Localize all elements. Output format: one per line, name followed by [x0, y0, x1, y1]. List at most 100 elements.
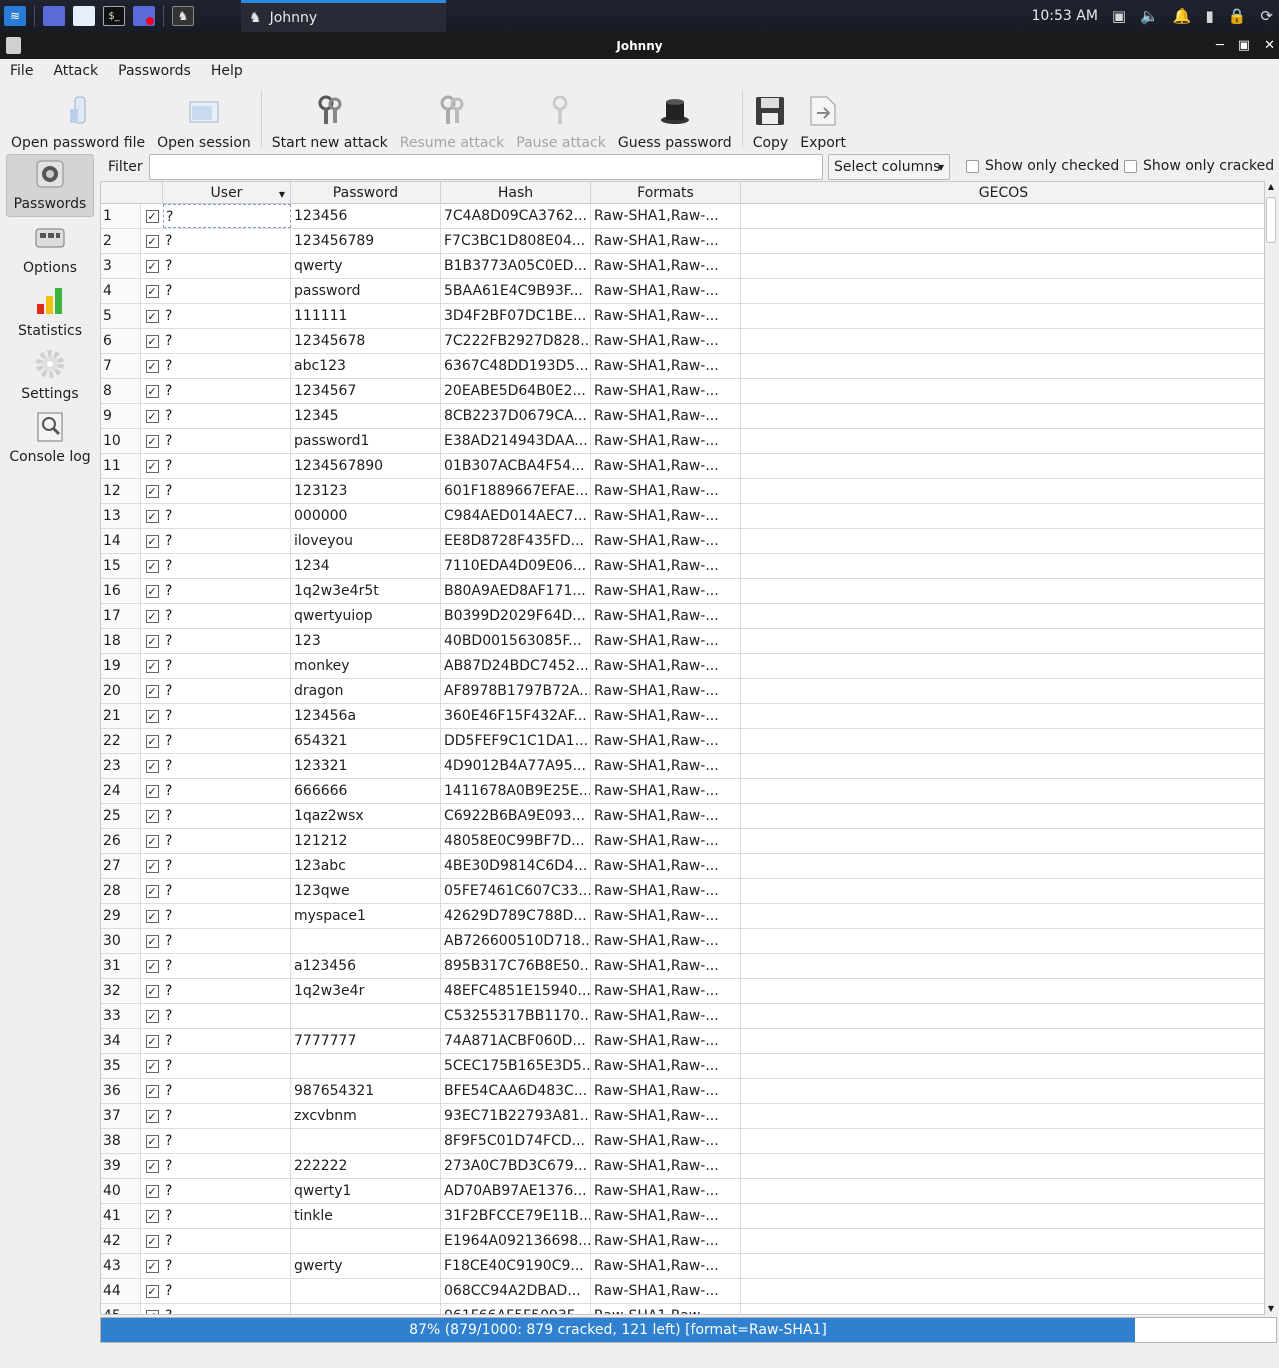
user-cell[interactable]: ? [163, 1179, 291, 1203]
sidebar-item-passwords[interactable]: Passwords [6, 154, 94, 217]
user-cell[interactable]: ? [163, 804, 291, 828]
minimize-icon[interactable]: ─ [1216, 38, 1224, 53]
gecos-cell[interactable] [741, 354, 1264, 378]
row-checkbox[interactable]: ✓ [141, 529, 163, 553]
formats-cell[interactable]: Raw-SHA1,Raw-... [591, 554, 741, 578]
menu-help[interactable]: Help [201, 63, 253, 79]
user-cell[interactable]: ? [163, 1304, 291, 1314]
table-vertical-scrollbar[interactable]: ▲ ▼ [1265, 181, 1277, 1315]
table-row[interactable]: 12 ✓? 123123 601F1889667EFAE... Raw-SHA1,Raw… [101, 479, 1264, 504]
gecos-cell[interactable] [741, 229, 1264, 253]
hash-cell[interactable]: 360E46F15F432AF... [441, 704, 591, 728]
password-cell[interactable]: dragon [291, 679, 441, 703]
table-row[interactable]: 16 ✓? 1q2w3e4r5t B80A9AED8AF171... Raw-SHA1,… [101, 579, 1264, 604]
row-checkbox[interactable]: ✓ [141, 254, 163, 278]
formats-cell[interactable]: Raw-SHA1,Raw-... [591, 829, 741, 853]
battery-icon[interactable]: ▮ [1205, 7, 1213, 25]
formats-cell[interactable]: Raw-SHA1,Raw-... [591, 604, 741, 628]
hash-cell[interactable]: 8CB2237D0679CA... [441, 404, 591, 428]
row-checkbox[interactable]: ✓ [141, 329, 163, 353]
show-only-checked-toggle[interactable]: Show only checked [966, 158, 1119, 174]
scroll-down-icon[interactable]: ▼ [1265, 1303, 1277, 1315]
gecos-cell[interactable] [741, 1029, 1264, 1053]
table-row[interactable]: 26 ✓? 121212 48058E0C99BF7D... Raw-SHA1,Raw-… [101, 829, 1264, 854]
volume-icon[interactable]: 🔈 [1140, 7, 1159, 25]
power-icon[interactable]: ⟳ [1260, 7, 1273, 25]
gecos-cell[interactable] [741, 1079, 1264, 1103]
user-cell[interactable]: ? [163, 979, 291, 1003]
user-cell[interactable]: ? [163, 854, 291, 878]
row-checkbox[interactable]: ✓ [141, 429, 163, 453]
password-cell[interactable]: password [291, 279, 441, 303]
table-row[interactable]: 19 ✓? monkey AB87D24BDC7452... Raw-SHA1,Raw-… [101, 654, 1264, 679]
password-cell[interactable]: 654321 [291, 729, 441, 753]
user-cell[interactable]: ? [163, 429, 291, 453]
formats-cell[interactable]: Raw-SHA1,Raw-... [591, 454, 741, 478]
formats-cell[interactable]: Raw-SHA1,Raw-... [591, 1254, 741, 1278]
password-cell[interactable] [291, 929, 441, 953]
table-row[interactable]: 10 ✓? password1 E38AD214943DAA... Raw-SHA1,R… [101, 429, 1264, 454]
table-row[interactable]: 14 ✓? iloveyou EE8D8728F435FD... Raw-SHA1,Ra… [101, 529, 1264, 554]
password-cell[interactable]: 1234567 [291, 379, 441, 403]
formats-cell[interactable]: Raw-SHA1,Raw-... [591, 1054, 741, 1078]
hash-cell[interactable]: 48058E0C99BF7D... [441, 829, 591, 853]
password-cell[interactable]: 123456789 [291, 229, 441, 253]
row-checkbox[interactable]: ✓ [141, 979, 163, 1003]
show-only-cracked-toggle[interactable]: Show only cracked [1124, 158, 1274, 174]
password-cell[interactable] [291, 1129, 441, 1153]
formats-cell[interactable]: Raw-SHA1,Raw-... [591, 304, 741, 328]
gecos-cell[interactable] [741, 1304, 1264, 1314]
user-cell[interactable]: ? [163, 929, 291, 953]
hash-cell[interactable]: 601F1889667EFAE... [441, 479, 591, 503]
hash-cell[interactable]: 93EC71B22793A81... [441, 1104, 591, 1128]
row-checkbox[interactable]: ✓ [141, 479, 163, 503]
gecos-cell[interactable] [741, 679, 1264, 703]
password-cell[interactable]: 123qwe [291, 879, 441, 903]
gecos-cell[interactable] [741, 654, 1264, 678]
password-cell[interactable] [291, 1229, 441, 1253]
hash-cell[interactable]: 40BD001563085F... [441, 629, 591, 653]
gecos-cell[interactable] [741, 629, 1264, 653]
hash-cell[interactable]: C53255317BB1170... [441, 1004, 591, 1028]
table-row[interactable]: 34 ✓? 7777777 74A871ACBF060D... Raw-SHA1,Raw… [101, 1029, 1264, 1054]
gecos-cell[interactable] [741, 1104, 1264, 1128]
row-checkbox[interactable]: ✓ [141, 1304, 163, 1314]
table-row[interactable]: 2 ✓? 123456789 F7C3BC1D808E04... Raw-SHA1,Ra… [101, 229, 1264, 254]
password-cell[interactable]: 123456a [291, 704, 441, 728]
table-row[interactable]: 35 ✓? 5CEC175B165E3D5... Raw-SHA1,Raw-... [101, 1054, 1264, 1079]
password-cell[interactable]: abc123 [291, 354, 441, 378]
guess-password-button[interactable]: Guess password [612, 85, 738, 151]
row-checkbox[interactable]: ✓ [141, 804, 163, 828]
gecos-cell[interactable] [741, 279, 1264, 303]
table-row[interactable]: 42 ✓? E1964A092136698... Raw-SHA1,Raw-... [101, 1229, 1264, 1254]
row-checkbox[interactable]: ✓ [141, 204, 163, 228]
password-cell[interactable] [291, 1054, 441, 1078]
row-checkbox[interactable]: ✓ [141, 854, 163, 878]
row-checkbox[interactable]: ✓ [141, 1004, 163, 1028]
password-cell[interactable]: password1 [291, 429, 441, 453]
password-cell[interactable]: 987654321 [291, 1079, 441, 1103]
show-desktop-icon[interactable] [43, 6, 65, 26]
copy-button[interactable]: Copy [747, 85, 795, 151]
user-cell[interactable]: ? [163, 279, 291, 303]
notification-bell-icon[interactable]: 🔔 [1173, 7, 1192, 25]
open-password-file-button[interactable]: Open password file [0, 85, 151, 151]
hash-cell[interactable]: B80A9AED8AF171... [441, 579, 591, 603]
hash-cell[interactable]: E38AD214943DAA... [441, 429, 591, 453]
gecos-cell[interactable] [741, 879, 1264, 903]
sidebar-item-settings[interactable]: Settings [6, 343, 94, 406]
formats-cell[interactable]: Raw-SHA1,Raw-... [591, 479, 741, 503]
password-cell[interactable]: 111111 [291, 304, 441, 328]
user-cell[interactable]: ? [163, 1029, 291, 1053]
sidebar-item-console-log[interactable]: Console log [6, 406, 94, 469]
user-cell[interactable]: ? [163, 879, 291, 903]
formats-cell[interactable]: Raw-SHA1,Raw-... [591, 954, 741, 978]
show-only-cracked-checkbox[interactable] [1124, 159, 1137, 173]
resume-attack-button[interactable]: Resume attack [394, 85, 511, 151]
gecos-cell[interactable] [741, 1229, 1264, 1253]
hash-cell[interactable]: DD5FEF9C1C1DA1... [441, 729, 591, 753]
password-cell[interactable]: monkey [291, 654, 441, 678]
table-row[interactable]: 3 ✓? qwerty B1B3773A05C0ED... Raw-SHA1,Raw-.… [101, 254, 1264, 279]
table-row[interactable]: 7 ✓? abc123 6367C48DD193D5... Raw-SHA1,Raw-.… [101, 354, 1264, 379]
user-cell[interactable]: ? [163, 829, 291, 853]
